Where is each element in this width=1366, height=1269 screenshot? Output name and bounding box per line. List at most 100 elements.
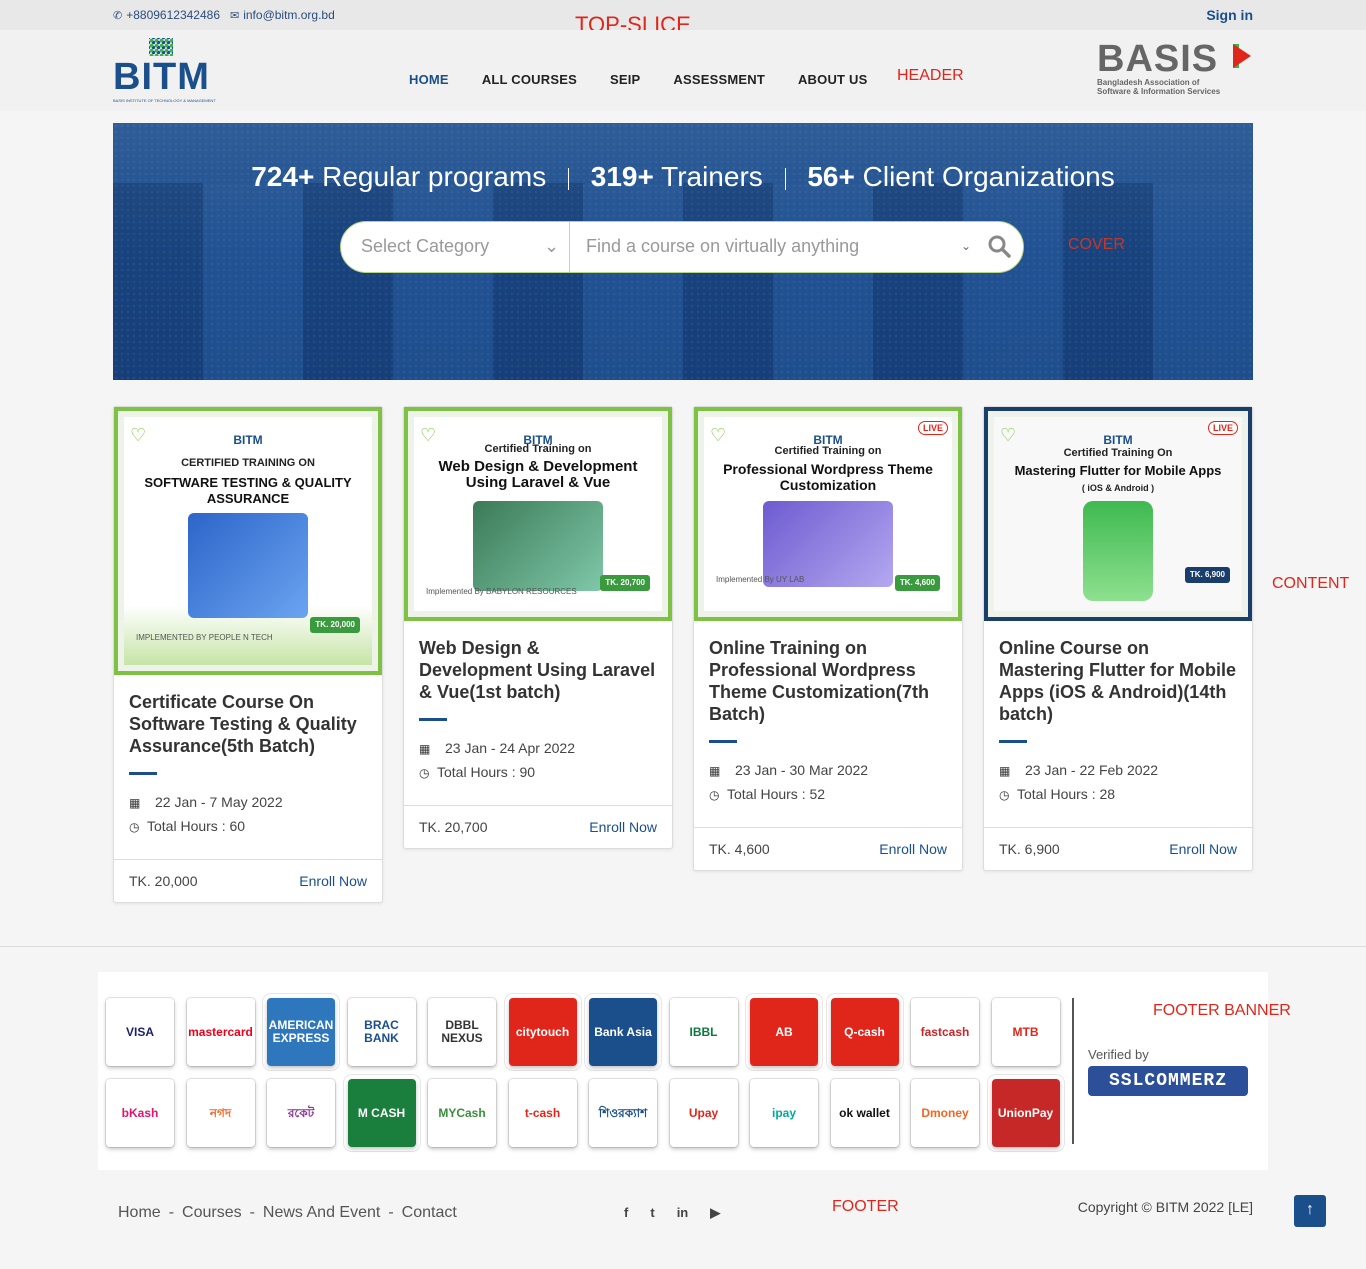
course-price: TK. 4,600 <box>709 841 770 857</box>
clock-icon: ◷ <box>419 766 430 780</box>
nav-seip[interactable]: SEIP <box>610 72 640 87</box>
footer-link-contact[interactable]: Contact <box>402 1204 457 1221</box>
payment-logo: Q-cash <box>830 998 899 1066</box>
banner-inner: BITM Certified Training On Mastering Flu… <box>994 417 1242 611</box>
hours-value: Total Hours : 60 <box>147 818 246 834</box>
banner-implementer: Implemented By UY LAB <box>716 575 805 584</box>
annotation-cover: COVER <box>1068 236 1125 253</box>
stat-programs-label: Regular programs <box>322 161 547 192</box>
course-banner-image[interactable]: BITM Certified Training On Mastering Flu… <box>984 407 1252 621</box>
payment-logo: Bank Asia <box>589 998 657 1066</box>
payment-methods-banner: VISA mastercard AMERICAN EXPRESS BRAC BANK D… <box>98 972 1268 1170</box>
heart-icon[interactable]: ♡ <box>1000 425 1016 446</box>
banner-implementer: IMPLEMENTED BY PEOPLE N TECH <box>136 633 273 642</box>
course-title[interactable]: Online Training on Professional Wordpres… <box>709 637 947 725</box>
phone-contact[interactable]: ✆ +8809612342486 <box>113 8 220 22</box>
course-title[interactable]: Certificate Course On Software Testing &… <box>129 691 367 757</box>
sign-in-link[interactable]: Sign in <box>1206 7 1253 23</box>
banner-inner: BITM Certified Training on Web Design & … <box>414 417 662 611</box>
chevron-down-icon[interactable]: ⌄ <box>961 239 971 253</box>
phone-number: +8809612342486 <box>126 8 220 22</box>
category-select[interactable]: Select Category ⌄ <box>341 222 570 272</box>
logo-wordmark: BITM <box>113 56 210 98</box>
enroll-now-link[interactable]: Enroll Now <box>589 819 657 835</box>
scroll-to-top-button[interactable]: ↑ <box>1294 1195 1326 1227</box>
youtube-icon[interactable]: ▶ <box>710 1205 720 1221</box>
bitm-logo[interactable]: BITM BASIS INSTITUTE OF TECHNOLOGY & MAN… <box>113 38 233 103</box>
payment-logo: MYCash <box>428 1079 496 1147</box>
site-header: BITM BASIS INSTITUTE OF TECHNOLOGY & MAN… <box>0 30 1366 111</box>
linkedin-icon[interactable]: in <box>677 1205 689 1221</box>
sslcommerz-logo: SSLCOMMERZ <box>1088 1066 1248 1096</box>
course-banner-image[interactable]: BITM Certified Training on Web Design & … <box>404 407 672 621</box>
calendar-icon: ▦ <box>999 764 1011 778</box>
main-nav: HOME ALL COURSES SEIP ASSESSMENT ABOUT U… <box>409 72 900 87</box>
course-hours: ◷ Total Hours : 90 <box>419 761 657 785</box>
banner-fee: TK. 6,900 <box>1184 567 1230 583</box>
course-dates: ▦ 23 Jan - 22 Feb 2022 <box>999 759 1237 783</box>
annotation-content: CONTENT <box>1272 575 1350 592</box>
nav-home[interactable]: HOME <box>409 72 449 87</box>
heart-icon[interactable]: ♡ <box>710 425 726 446</box>
hours-value: Total Hours : 28 <box>1017 786 1116 802</box>
payment-logo: BRAC BANK <box>347 998 416 1066</box>
footer-link-courses[interactable]: Courses <box>182 1204 242 1221</box>
course-card[interactable]: BITM Certified Training on Professional … <box>693 406 963 871</box>
course-title[interactable]: Online Course on Mastering Flutter for M… <box>999 637 1237 725</box>
course-card[interactable]: BITM CERTIFIED TRAINING ON SOFTWARE TEST… <box>113 406 383 903</box>
search-icon[interactable] <box>987 234 1011 258</box>
enroll-now-link[interactable]: Enroll Now <box>879 841 947 857</box>
footer-link-news[interactable]: News And Event <box>263 1204 380 1221</box>
banner-line-2: Mastering Flutter for Mobile Apps <box>1014 463 1222 478</box>
heart-icon[interactable]: ♡ <box>130 425 146 446</box>
heart-icon[interactable]: ♡ <box>420 425 436 446</box>
search-input[interactable]: Find a course on virtually anything <box>586 236 859 257</box>
basis-flag-red-icon <box>1233 44 1251 68</box>
nav-assessment[interactable]: ASSESSMENT <box>673 72 765 87</box>
basis-logo[interactable]: BASIS Bangladesh Association of Software… <box>1097 40 1257 100</box>
course-banner-image[interactable]: BITM Certified Training on Professional … <box>694 407 962 621</box>
course-card[interactable]: BITM Certified Training on Web Design & … <box>403 406 673 849</box>
banner-inner: BITM CERTIFIED TRAINING ON SOFTWARE TEST… <box>124 417 372 665</box>
footer-link-home[interactable]: Home <box>118 1204 161 1221</box>
course-search-bar: Select Category ⌄ Find a course on virtu… <box>340 221 1024 273</box>
enroll-now-link[interactable]: Enroll Now <box>1169 841 1237 857</box>
payment-logo: fastcash <box>911 998 979 1066</box>
email-contact[interactable]: ✉ info@bitm.org.bd <box>230 8 335 22</box>
stats-line: 724+ Regular programs 319+ Trainers 56+ … <box>113 161 1253 193</box>
payment-logo: citytouch <box>508 998 577 1066</box>
course-hours: ◷ Total Hours : 28 <box>999 783 1237 807</box>
calendar-icon: ▦ <box>709 764 721 778</box>
clock-icon: ◷ <box>999 788 1010 802</box>
annotation-footer-banner: FOOTER BANNER <box>1153 1002 1291 1019</box>
banner-line-1: CERTIFIED TRAINING ON <box>181 457 315 469</box>
copyright: Copyright © BITM 2022 [LE] <box>1077 1199 1253 1215</box>
course-hours: ◷ Total Hours : 52 <box>709 783 947 807</box>
banner-fee: TK. 20,000 <box>310 617 360 633</box>
course-banner-image[interactable]: BITM CERTIFIED TRAINING ON SOFTWARE TEST… <box>114 407 382 675</box>
nav-about-us[interactable]: ABOUT US <box>798 72 868 87</box>
banner-inner: BITM Certified Training on Professional … <box>704 417 952 611</box>
stat-programs-number: 724+ <box>251 161 315 192</box>
facebook-icon[interactable]: f <box>624 1205 628 1221</box>
course-title[interactable]: Web Design & Development Using Laravel &… <box>419 637 657 703</box>
payment-logo: Dmoney <box>911 1079 979 1147</box>
twitter-icon[interactable]: t <box>650 1205 654 1221</box>
payment-logo: M CASH <box>347 1079 416 1147</box>
hours-value: Total Hours : 52 <box>727 786 826 802</box>
stat-clients-label: Client Organizations <box>862 161 1115 192</box>
payment-logo: শিওরক্যাশ <box>589 1079 657 1147</box>
chevron-down-icon: ⌄ <box>544 236 560 256</box>
stat-divider <box>567 167 569 190</box>
payment-logo: bKash <box>106 1079 174 1147</box>
clock-icon: ◷ <box>709 788 720 802</box>
course-price: TK. 20,700 <box>419 819 488 835</box>
course-card[interactable]: BITM Certified Training On Mastering Flu… <box>983 406 1253 871</box>
course-price: TK. 20,000 <box>129 873 198 889</box>
enroll-now-link[interactable]: Enroll Now <box>299 873 367 889</box>
date-range: 22 Jan - 7 May 2022 <box>155 794 283 810</box>
payment-logo: Upay <box>669 1079 738 1147</box>
nav-all-courses[interactable]: ALL COURSES <box>482 72 577 87</box>
clock-icon: ◷ <box>129 820 140 834</box>
payment-logo: mastercard <box>186 998 255 1066</box>
